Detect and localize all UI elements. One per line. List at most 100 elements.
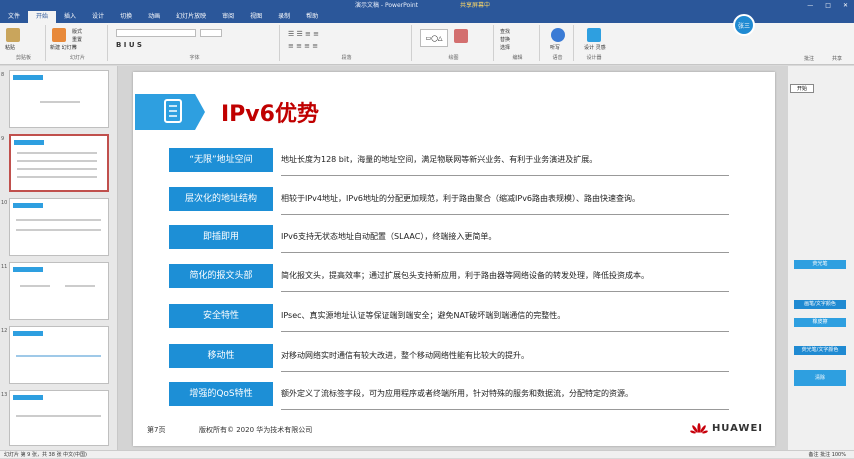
slide-title: IPv6优势 — [221, 102, 319, 127]
share-button[interactable]: 共享 — [832, 55, 842, 62]
advantage-text: 对移动网络实时通信有较大改进，整个移动网络性能有比较大的提升。 — [281, 351, 529, 360]
advantage-text: 相较于IPv4地址，IPv6地址的分配更加规范，利于路由聚合（缩减IPv6路由表… — [281, 194, 641, 203]
advantage-label: 安全特性 — [169, 304, 273, 328]
divider — [281, 252, 729, 253]
bold-icon[interactable]: B I U S — [116, 41, 142, 49]
advantage-label: “无限”地址空间 — [169, 148, 273, 172]
advantage-label: 即插即用 — [169, 225, 273, 249]
group-label: 字体 — [189, 55, 200, 61]
maximize-icon[interactable]: □ — [825, 0, 831, 11]
thumbnail-number: 12 — [1, 328, 8, 334]
advantage-text: 额外定义了流标签字段，可为应用程序或者终端所用，针对特殊的服务和数据流，分配特定… — [281, 389, 633, 398]
group-editing: 查找 替换 选择 编辑 — [496, 25, 540, 61]
tab-animations[interactable]: 动画 — [140, 11, 168, 23]
title-bar: 演示文稿 - PowerPoint 共享屏幕中 — □ ✕ — [0, 0, 854, 11]
advantage-label: 移动性 — [169, 344, 273, 368]
advantage-row: 即插即用 IPv6支持无状态地址自动配置（SLAAC），终端接入更简单。 — [169, 225, 729, 255]
advantage-row: 安全特性 IPsec、真实源地址认证等保证端到端安全；避免NAT破坏端到端通信的… — [169, 304, 729, 334]
slide-thumbnail[interactable] — [9, 390, 109, 446]
align-icon[interactable]: ≡ ≡ ≡ ≡ — [288, 42, 318, 50]
font-name-select[interactable] — [116, 29, 196, 37]
advantage-text: 简化报文头，提高效率；通过扩展包头支持新应用，利于路由器等网络设备的转发处理，降… — [281, 271, 649, 280]
tab-home[interactable]: 开始 — [28, 11, 57, 23]
thumbnail-number: 11 — [1, 264, 8, 270]
section-button[interactable]: 节 — [72, 44, 77, 51]
select-button[interactable]: 选择 — [500, 44, 510, 51]
replace-button[interactable]: 替换 — [500, 36, 510, 43]
font-size-select[interactable] — [200, 29, 222, 37]
tab-file[interactable]: 文件 — [0, 11, 28, 23]
slide-thumbnail-pane: 8 9 10 11 12 13 — [0, 66, 118, 450]
divider — [281, 331, 729, 332]
comments-button[interactable]: 批注 — [804, 55, 814, 62]
advantage-label: 增强的QoS特性 — [169, 382, 273, 406]
window-title: 演示文稿 - PowerPoint — [355, 2, 419, 9]
paste-button[interactable]: 粘贴 — [5, 44, 15, 51]
group-paragraph: ☰ ☰ ≡ ≡ ≡ ≡ ≡ ≡ 段落 — [282, 25, 412, 61]
paste-icon[interactable] — [6, 28, 20, 42]
tab-help[interactable]: 帮助 — [298, 11, 326, 23]
advantage-text: IPsec、真实源地址认证等保证端到端安全；避免NAT破坏端到端通信的完整性。 — [281, 311, 566, 320]
copyright: 版权所有© 2020 华为技术有限公司 — [199, 426, 313, 434]
shapes-gallery-icon[interactable]: ▭◯△ — [420, 29, 448, 47]
advantage-row: 简化的报文头部 简化报文头，提高效率；通过扩展包头支持新应用，利于路由器等网络设… — [169, 264, 729, 294]
advantage-row: 层次化的地址结构 相较于IPv4地址，IPv6地址的分配更加规范，利于路由聚合（… — [169, 187, 729, 217]
find-button[interactable]: 查找 — [500, 28, 510, 35]
tab-record[interactable]: 录制 — [270, 11, 298, 23]
huawei-flower-icon — [690, 423, 708, 434]
close-icon[interactable]: ✕ — [843, 0, 848, 11]
advantage-text: 地址长度为128 bit，海量的地址空间，满足物联网等新兴业务、有利于业务演进及… — [281, 155, 598, 164]
group-label: 编辑 — [512, 55, 523, 61]
start-button[interactable]: 开始 — [790, 84, 814, 93]
designer-button[interactable]: 设计 灵感 — [584, 44, 606, 51]
slide-thumbnail-selected[interactable] — [9, 134, 109, 192]
clear-button[interactable]: 清除 — [794, 370, 846, 386]
divider — [281, 214, 729, 215]
advantage-row: 移动性 对移动网络实时通信有较大改进，整个移动网络性能有比较大的提升。 — [169, 344, 729, 374]
designer-icon[interactable] — [587, 28, 601, 42]
slide-thumbnail[interactable] — [9, 262, 109, 320]
microphone-icon[interactable] — [551, 28, 565, 42]
layout-button[interactable]: 版式 — [72, 28, 82, 35]
highlighter-color-button[interactable]: 荧光笔/文字颜色 — [794, 346, 846, 355]
group-clipboard: 粘贴 剪贴板 — [2, 25, 46, 61]
group-label: 剪贴板 — [15, 55, 31, 61]
group-label: 语音 — [552, 55, 563, 61]
group-label: 绘图 — [448, 55, 459, 61]
tab-review[interactable]: 审阅 — [214, 11, 242, 23]
advantage-label: 简化的报文头部 — [169, 264, 273, 288]
tab-slideshow[interactable]: 幻灯片放映 — [168, 11, 214, 23]
new-slide-icon[interactable] — [52, 28, 66, 42]
dictate-button[interactable]: 听写 — [550, 44, 560, 51]
list-icon[interactable]: ☰ ☰ ≡ ≡ — [288, 30, 319, 38]
group-designer: 设计 灵感 设计器 — [576, 25, 612, 61]
reset-button[interactable]: 重置 — [72, 36, 82, 43]
thumbnail-number: 10 — [1, 200, 8, 206]
arrange-icon[interactable] — [454, 29, 468, 43]
slide-thumbnail[interactable] — [9, 198, 109, 256]
status-bar: 幻灯片 第 9 张，共 38 张 中文(中国) 备注 批注 100% — [0, 450, 854, 458]
thumbnail-number: 13 — [1, 392, 8, 398]
group-slides: 新建 幻灯片 版式 重置 节 幻灯片 — [48, 25, 108, 61]
avatar[interactable]: 张三 — [733, 14, 755, 36]
minimize-icon[interactable]: — — [807, 0, 813, 11]
page-number: 第7页 — [147, 426, 166, 434]
thumbnail-number: 9 — [1, 136, 5, 142]
tab-insert[interactable]: 插入 — [56, 11, 84, 23]
slide-canvas: IPv6优势 “无限”地址空间 地址长度为128 bit，海量的地址空间，满足物… — [118, 66, 788, 450]
group-label: 幻灯片 — [69, 55, 85, 61]
slide-thumbnail[interactable] — [9, 70, 109, 128]
divider — [281, 291, 729, 292]
divider — [281, 175, 729, 176]
tab-transitions[interactable]: 切换 — [112, 11, 140, 23]
tab-design[interactable]: 设计 — [84, 11, 112, 23]
group-drawing: ▭◯△ 绘图 — [414, 25, 494, 61]
tab-view[interactable]: 视图 — [242, 11, 270, 23]
group-voice: 听写 语音 — [542, 25, 574, 61]
pen-color-button[interactable]: 画笔/文字颜色 — [794, 300, 846, 309]
slide[interactable]: IPv6优势 “无限”地址空间 地址长度为128 bit，海量的地址空间，满足物… — [133, 72, 775, 446]
eraser-button[interactable]: 橡皮擦 — [794, 318, 846, 327]
slide-thumbnail[interactable] — [9, 326, 109, 384]
highlighter-button[interactable]: 荧光笔 — [794, 260, 846, 269]
advantage-row: “无限”地址空间 地址长度为128 bit，海量的地址空间，满足物联网等新兴业务… — [169, 148, 729, 178]
